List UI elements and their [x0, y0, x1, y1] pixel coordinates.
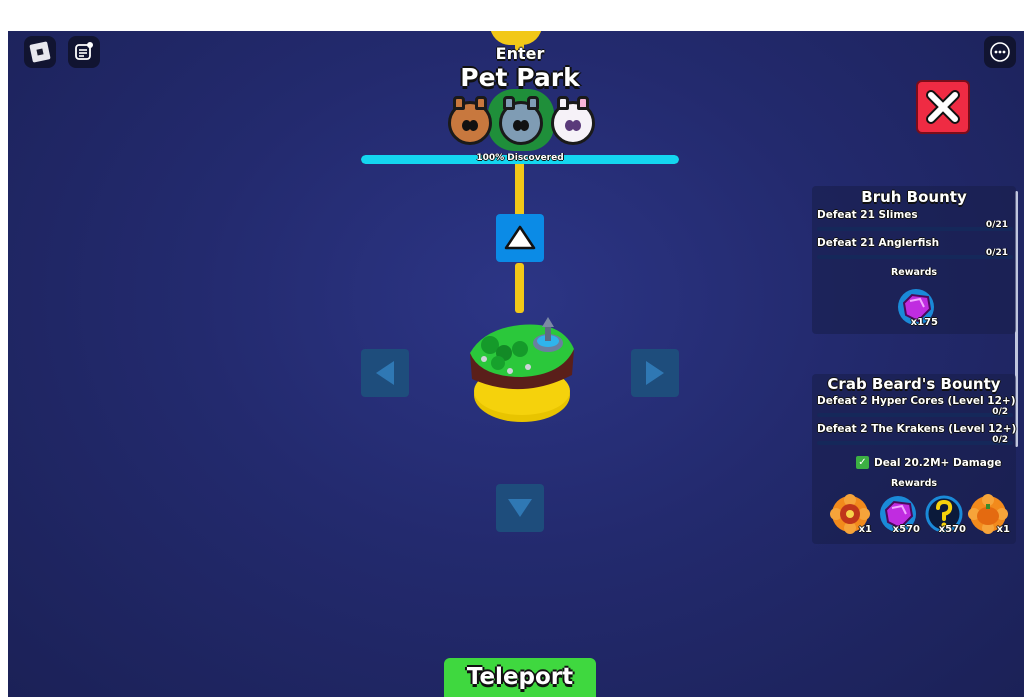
chat-icon — [75, 42, 93, 60]
triangle-down-icon — [508, 499, 532, 517]
unicorn-pet-icon — [551, 96, 595, 145]
triangle-left-icon — [376, 361, 394, 385]
reward-quantity: x570 — [938, 524, 966, 535]
reward-quantity: x1 — [858, 524, 872, 535]
teleport-label: Teleport — [466, 664, 574, 690]
rewards-label: Rewards — [890, 267, 938, 278]
task-progress-bar — [817, 413, 1013, 417]
nav-up-button[interactable] — [496, 214, 544, 262]
quest-title: Crab Beard's Bounty — [827, 375, 1001, 393]
task-label: Defeat 2 The Krakens (Level 12+) — [817, 423, 1017, 435]
discovery-progress-text: 100% Discovered — [476, 153, 564, 163]
quest-title: Bruh Bounty — [861, 188, 967, 206]
enter-label: Enter — [495, 44, 545, 63]
reward-quantity: x570 — [892, 524, 920, 535]
task-label: Defeat 21 Slimes — [817, 209, 918, 221]
reward-quantity: x1 — [996, 524, 1010, 535]
more-options-button[interactable] — [984, 36, 1016, 68]
reward-purple-gem: x570 — [878, 494, 920, 535]
reward-purple-gem: x175 — [896, 287, 938, 328]
task-count: 0/2 — [992, 435, 1008, 445]
quest-task: Defeat 2 The Krakens (Level 12+) 0/2 — [812, 423, 1016, 451]
triangle-right-icon — [646, 361, 664, 385]
task-progress-bar — [817, 441, 1013, 445]
task-count: 0/21 — [985, 220, 1008, 230]
triangle-up-icon — [504, 225, 536, 250]
checkmark-icon: ✓ — [856, 456, 869, 469]
game-viewport: Enter Pet Park 100% Discovered Bruh Boun… — [8, 31, 1024, 697]
task-count: 0/21 — [985, 248, 1008, 258]
task-count: 0/2 — [992, 407, 1008, 417]
quest-card-bruh-bounty: Bruh Bounty Defeat 21 Slimes 0/21 Defeat… — [812, 186, 1016, 334]
nav-down-button[interactable] — [496, 484, 544, 532]
completed-task-row: ✓ Deal 20.2M+ Damage — [856, 456, 1001, 469]
roblox-logo-icon — [29, 41, 51, 63]
task-progress-bar — [817, 255, 1013, 259]
rewards-label: Rewards — [890, 478, 938, 489]
close-button[interactable] — [916, 80, 970, 134]
task-progress-bar — [817, 227, 1013, 231]
quest-task: Defeat 2 Hyper Cores (Level 12+) 0/2 — [812, 395, 1016, 423]
path-track-upper — [515, 159, 524, 219]
quest-task: Defeat 21 Slimes 0/21 — [812, 209, 1016, 237]
quest-task: Defeat 21 Anglerfish 0/21 — [812, 237, 1016, 265]
quest-card-crab-beards-bounty: Crab Beard's Bounty Defeat 2 Hyper Cores… — [812, 374, 1016, 544]
current-zone-island — [470, 317, 574, 422]
nav-left-button[interactable] — [361, 349, 409, 397]
cat-pet-icon — [499, 96, 543, 145]
roblox-menu-button[interactable] — [24, 36, 56, 68]
ellipsis-icon — [990, 42, 1010, 62]
close-icon — [926, 90, 960, 124]
completed-task-label: Deal 20.2M+ Damage — [874, 456, 1002, 469]
bear-pet-icon — [448, 96, 492, 145]
reward-pumpkin-flower: x1 — [968, 494, 1010, 535]
chat-button[interactable] — [68, 36, 100, 68]
zone-title: Pet Park — [460, 63, 580, 92]
teleport-button[interactable]: Teleport — [444, 658, 596, 697]
nav-right-button[interactable] — [631, 349, 679, 397]
reward-quantity: x175 — [910, 317, 938, 328]
previous-zone-platform — [490, 31, 542, 45]
task-label: Defeat 21 Anglerfish — [817, 237, 940, 249]
reward-mystery-orb: x570 — [924, 494, 966, 535]
reward-orange-flower-egg: x1 — [830, 494, 872, 535]
task-label: Defeat 2 Hyper Cores (Level 12+) — [817, 395, 1016, 407]
